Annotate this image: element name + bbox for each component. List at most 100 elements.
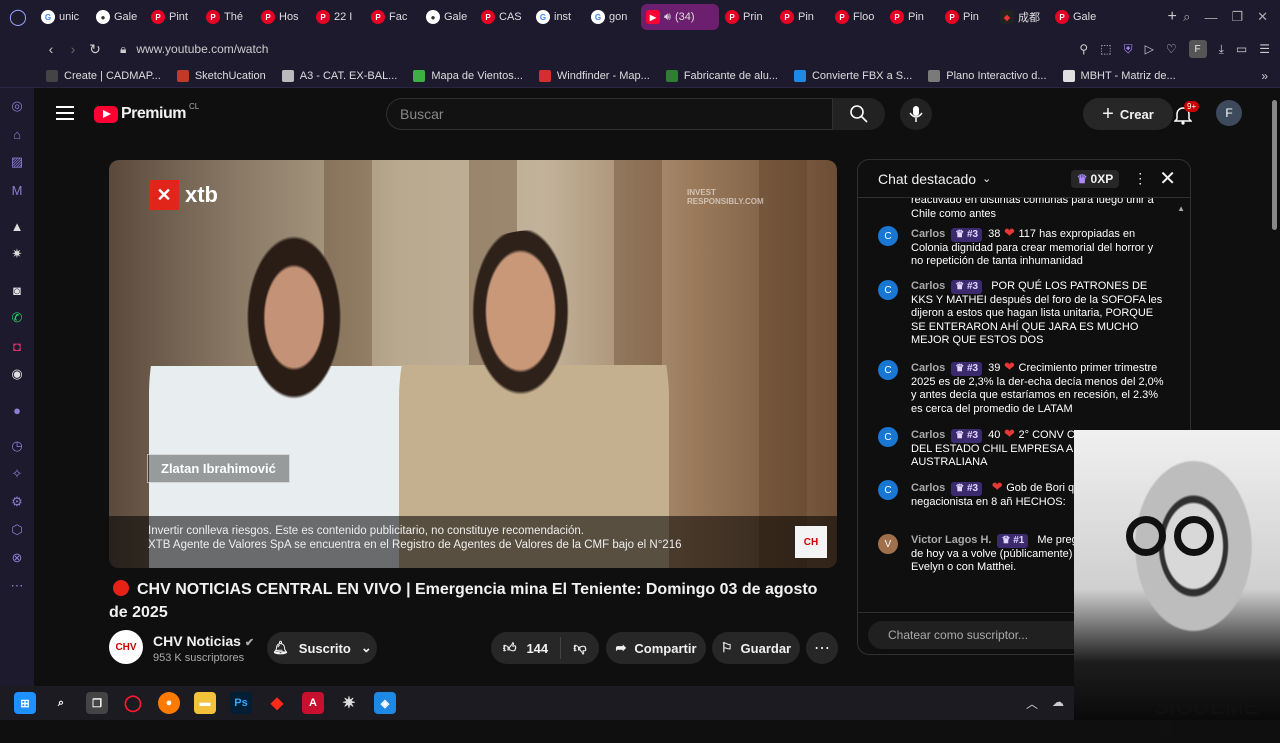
browser-tab[interactable]: ◆ 成都 — [995, 4, 1049, 30]
close-window-icon[interactable]: ✕ — [1257, 9, 1268, 25]
chat-avatar[interactable]: C — [878, 480, 898, 500]
chat-author[interactable]: Carlos — [911, 362, 945, 374]
chat-avatar[interactable]: C — [878, 427, 898, 447]
pin-icon[interactable]: ⚲ — [1079, 42, 1088, 56]
browser-tab[interactable]: P Pin — [885, 4, 939, 30]
browser-tab[interactable]: Gunic — [36, 4, 90, 30]
sidebar-m-icon[interactable]: M — [9, 182, 25, 198]
share-button[interactable]: ➦ Compartir — [606, 632, 706, 664]
sidebar-more-icon[interactable]: ⋯ — [9, 578, 25, 594]
chat-author[interactable]: Carlos — [911, 429, 945, 441]
bookmark-item[interactable]: Convierte FBX a S... — [793, 69, 912, 82]
chat-message[interactable]: C Carlos ♛ #3 38 ❤ 117 has expropiadas en C… — [878, 226, 1168, 269]
file-explorer-icon[interactable]: ▬ — [194, 692, 216, 714]
browser-tab[interactable]: P Pint — [146, 4, 200, 30]
chat-avatar[interactable]: C — [878, 226, 898, 246]
browser-tab[interactable]: Ggon — [586, 4, 640, 30]
chat-author[interactable]: Carlos — [911, 482, 945, 494]
sidebar-chatgpt-icon[interactable]: ✷ — [9, 246, 25, 262]
shield-icon[interactable]: ⛨ — [1124, 42, 1133, 57]
dislike-button[interactable]: 👎︎ — [561, 640, 599, 656]
sidebar-whatsapp-icon[interactable]: ✆ — [9, 310, 25, 326]
bookmark-item[interactable]: Windfinder - Map... — [538, 69, 650, 82]
more-actions-button[interactable]: ⋯ — [806, 632, 838, 664]
chat-message[interactable]: reactivado en distintas comunas para lue… — [878, 198, 1168, 221]
bookmark-item[interactable]: MBHT - Matriz de... — [1062, 69, 1176, 82]
heart-icon[interactable]: ♡ — [1166, 42, 1177, 56]
close-chat-icon[interactable]: ✕ — [1159, 169, 1176, 189]
anydesk-icon[interactable]: ◆ — [266, 692, 288, 714]
tray-app-icon[interactable]: ☁ — [1052, 695, 1064, 712]
subscribed-button[interactable]: 🔔︎ Suscrito ⌄ — [267, 632, 377, 664]
firefox-icon[interactable]: ● — [158, 692, 180, 714]
reload-icon[interactable]: ↻ — [84, 41, 106, 58]
browser-tab[interactable]: P Prin — [720, 4, 774, 30]
opera-logo-icon[interactable]: ◯ — [0, 0, 36, 34]
profile-icon[interactable]: F — [1188, 40, 1207, 58]
sidebar-dot-icon[interactable]: ● — [9, 402, 25, 418]
channel-avatar[interactable]: CHV — [109, 630, 143, 664]
snapshot-icon[interactable]: ⬚ — [1100, 42, 1111, 56]
save-button[interactable]: ⚐ Guardar — [712, 632, 800, 664]
restore-icon[interactable]: ❐ — [1231, 9, 1243, 25]
bookmark-item[interactable]: Create | CADMAP... — [46, 69, 161, 82]
speaker-icon[interactable]: 🔊︎ — [664, 11, 671, 24]
start-icon[interactable]: ⊞ — [14, 692, 36, 714]
channel-watermark[interactable]: CH — [795, 526, 827, 558]
browser-tab[interactable]: P Gale — [1050, 4, 1104, 30]
sidebar-bag-icon[interactable]: ⌂ — [9, 126, 25, 142]
minimize-icon[interactable]: — — [1204, 10, 1217, 25]
chat-menu-icon[interactable]: ⋮ — [1133, 170, 1147, 187]
guide-menu-icon[interactable] — [56, 106, 74, 120]
sidebar-pen-icon[interactable]: ▲ — [9, 218, 25, 234]
voice-search-button[interactable] — [900, 98, 932, 130]
account-avatar[interactable]: F — [1216, 100, 1242, 126]
browser-tab[interactable]: Ginst — [531, 4, 585, 30]
back-icon[interactable]: ‹ — [40, 41, 62, 57]
chat-avatar[interactable]: C — [878, 360, 898, 380]
photoshop-icon[interactable]: Ps — [230, 692, 252, 714]
search-tabs-icon[interactable]: ⌕ — [1183, 9, 1190, 25]
url-field[interactable]: 🔒︎ www.youtube.com/watch — [120, 42, 268, 57]
chat-author[interactable]: Carlos — [911, 228, 945, 240]
browser-tab[interactable]: P Hos — [256, 4, 310, 30]
channel-name-row[interactable]: CHV Noticias ✔ — [153, 633, 254, 649]
chat-author[interactable]: Carlos — [911, 280, 945, 292]
play-icon[interactable]: ▷ — [1145, 42, 1154, 56]
browser-tab[interactable]: P Floo — [830, 4, 884, 30]
search-input[interactable]: Buscar — [386, 98, 833, 130]
bookmark-item[interactable]: SketchUcation — [176, 69, 266, 82]
chat-message[interactable]: C Carlos ♛ #3 POR QUÉ LOS PATRONES DE KKS … — [878, 280, 1168, 348]
video-player[interactable]: ✕ xtb INVEST RESPONSIBLY.COM Zlatan Ibra… — [109, 160, 837, 568]
forward-icon[interactable]: › — [62, 41, 84, 57]
search-button[interactable] — [833, 98, 885, 130]
chevron-down-icon[interactable]: ⌄ — [982, 172, 991, 185]
create-button[interactable]: + Crear — [1083, 98, 1173, 130]
sidebar-flow-icon[interactable]: ▨ — [9, 154, 25, 170]
chat-message[interactable]: C Carlos ♛ #3 39 ❤ Crecimiento primer trime… — [878, 360, 1168, 416]
autocad-icon[interactable]: A — [302, 692, 324, 714]
browser-tab[interactable]: ▶ 🔊︎ (34) — [641, 4, 719, 30]
easy-setup-icon[interactable]: ☰ — [1259, 42, 1270, 56]
browser-tab[interactable]: P CAS — [476, 4, 530, 30]
bookmark-item[interactable]: A3 - CAT. EX-BAL... — [281, 69, 397, 82]
browser-tab[interactable]: P Pin — [775, 4, 829, 30]
chat-author[interactable]: Victor Lagos H. — [911, 534, 991, 546]
search-icon[interactable]: ⌕ — [50, 692, 72, 714]
tray-chevron-icon[interactable]: ︿ — [1026, 695, 1038, 712]
sidebar-instagram-icon[interactable]: ◘ — [9, 338, 25, 354]
sidebar-crypto-icon[interactable]: ⬡ — [9, 522, 25, 538]
bookmark-item[interactable]: Mapa de Vientos... — [413, 69, 523, 82]
chat-avatar[interactable]: C — [878, 280, 898, 300]
chatgpt-icon[interactable]: ✷ — [338, 692, 360, 714]
new-tab-icon[interactable]: + — [1161, 8, 1183, 26]
browser-tab[interactable]: P Thé — [201, 4, 255, 30]
bookmark-item[interactable]: Plano Interactivo d... — [928, 69, 1047, 82]
download-icon[interactable]: ⤓ — [1219, 42, 1224, 57]
like-button[interactable]: 👍︎ 144 — [491, 637, 561, 659]
browser-tab[interactable]: P 22 I — [311, 4, 365, 30]
browser-tab[interactable]: P Fac — [366, 4, 420, 30]
browser-tab[interactable]: ● Gale — [91, 4, 145, 30]
sidebar-ai-icon[interactable]: ◎ — [9, 98, 25, 114]
chat-mode-selector[interactable]: Chat destacado — [878, 171, 976, 187]
